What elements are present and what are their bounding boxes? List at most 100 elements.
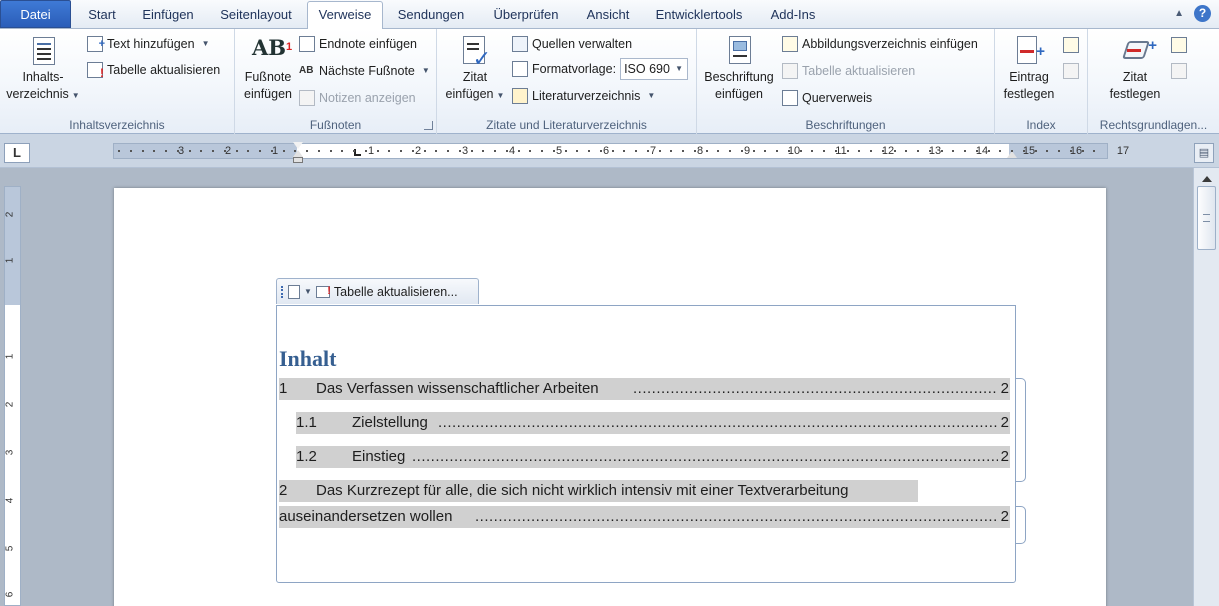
ruler-tick (306, 150, 308, 152)
endnote-einfuegen-button[interactable]: Endnote einfügen (299, 34, 417, 54)
tab-sendungen[interactable]: Sendungen (390, 4, 472, 29)
toc-update-label[interactable]: Tabelle aktualisieren... (334, 285, 458, 299)
text-hinzufuegen-label: Text hinzufügen (107, 37, 195, 51)
toc-entry-page: 2 (1000, 380, 1009, 397)
tab-stop-marker[interactable] (354, 149, 361, 156)
quellen-verwalten-button[interactable]: Quellen verwalten (512, 34, 632, 54)
toc-entry[interactable]: 1.2 Einstieg ...........................… (296, 446, 1010, 468)
notizen-anzeigen-button[interactable]: Notizen anzeigen (299, 88, 416, 108)
literaturverzeichnis-button[interactable]: Literaturverzeichnis ▼ (512, 86, 655, 106)
scroll-up-icon[interactable] (1202, 176, 1212, 182)
tab-verweise[interactable]: Verweise (307, 1, 383, 30)
toc-leader: ........................................… (412, 448, 998, 465)
tab-ueberpruefen[interactable]: Überprüfen (483, 4, 569, 29)
vertical-scrollbar[interactable] (1193, 168, 1219, 606)
left-indent-marker[interactable] (293, 142, 304, 164)
vruler-number: 6 (4, 591, 16, 598)
tab-datei[interactable]: Datei (0, 0, 71, 28)
ruler-tick (858, 150, 861, 152)
insert-index-icon[interactable] (1063, 37, 1079, 53)
ruler-tick (975, 150, 978, 152)
insert-table-of-authorities-icon[interactable] (1171, 37, 1187, 53)
toc-content-control-handle[interactable]: ▼ ! Tabelle aktualisieren... (276, 278, 479, 304)
vruler-number: 4 (4, 497, 16, 504)
toc-entry[interactable]: 1 Das Verfassen wissenschaftlicher Arbei… (279, 378, 1010, 400)
grip-icon[interactable] (281, 285, 284, 298)
ruler-tick (294, 150, 297, 152)
toc-leader: ........................................… (475, 508, 998, 525)
ruler-tick (447, 150, 449, 152)
ruler-tick (505, 150, 508, 152)
ruler-tick (811, 150, 814, 152)
querverweis-button[interactable]: Querverweis (782, 88, 872, 108)
dialog-launcher-icon[interactable] (424, 121, 433, 130)
tab-start[interactable]: Start (75, 4, 129, 29)
eintrag-festlegen-button[interactable]: + Eintrag festlegen (999, 33, 1059, 103)
ribbon-tab-bar: Datei Start Einfügen Seitenlayout Verwei… (0, 0, 1219, 30)
ruler-tick (1093, 150, 1096, 152)
ruler-number: 11 (835, 145, 847, 157)
ruler-tick (1046, 150, 1049, 152)
update-index-icon[interactable] (1063, 63, 1079, 79)
group-label-inhaltsverzeichnis: Inhaltsverzeichnis (69, 118, 165, 132)
ruler-tick (458, 150, 461, 152)
toc-entry[interactable]: 1.1 Zielstellung .......................… (296, 412, 1010, 434)
toc-entry-number: 1 (279, 380, 288, 397)
ruler-tick (552, 150, 555, 152)
tab-add-ins[interactable]: Add-Ins (760, 4, 826, 29)
ruler-tick (176, 150, 179, 152)
ruler-number: 17 (1116, 145, 1130, 157)
literaturverzeichnis-label: Literaturverzeichnis (532, 89, 641, 103)
zitat-einfuegen-label-1: Zitat (462, 70, 488, 84)
toc-menu-icon[interactable] (288, 284, 300, 299)
fussnote-einfuegen-button[interactable]: AB1 Fußnote einfügen (239, 33, 297, 103)
text-hinzufuegen-button[interactable]: + Text hinzufügen ▼ (87, 34, 209, 54)
tabelle-aktualisieren-button[interactable]: ! Tabelle aktualisieren (87, 60, 220, 80)
tab-ansicht[interactable]: Ansicht (578, 4, 638, 29)
naechste-fussnote-button[interactable]: AB Nächste Fußnote ▼ (299, 61, 430, 81)
ruler-tick (517, 150, 520, 152)
zitat-festlegen-label-2: festlegen (1109, 87, 1161, 101)
scroll-thumb[interactable] (1197, 186, 1216, 250)
horizontal-ruler[interactable]: 3 2 1 1 2 3 4 5 6 7 8 9 10 11 12 13 14 15 16 17 (113, 142, 1129, 163)
ruler-number: 1 (271, 145, 279, 157)
formatvorlage-select[interactable]: ISO 690 ▼ (620, 58, 689, 80)
beschriftung-einfuegen-button[interactable]: Beschriftung einfügen (701, 33, 777, 103)
querverweis-label: Querverweis (802, 91, 873, 105)
toc-bracket (1016, 506, 1026, 544)
help-icon[interactable]: ? (1194, 5, 1211, 22)
ruler-number: 1 (367, 145, 375, 157)
ruler-tick (1011, 150, 1013, 152)
ruler-tick (599, 150, 602, 152)
toc-entry-continuation[interactable]: auseinandersetzen wollen ...............… (279, 506, 1010, 528)
abbildungsverzeichnis-einfuegen-button[interactable]: Abbildungsverzeichnis einfügen (782, 34, 978, 54)
ruler-tick (682, 150, 684, 152)
toc-entry[interactable]: 2 Das Kurzrezept für alle, die sich nich… (279, 480, 918, 502)
inhaltsverzeichnis-label-1: Inhalts- (22, 70, 64, 84)
mark-citation-icon: + (1119, 33, 1157, 67)
inhaltsverzeichnis-label-2: verzeichnis ▼ (6, 87, 80, 101)
inhaltsverzeichnis-button[interactable]: Inhalts- verzeichnis ▼ (4, 33, 82, 104)
formatvorlage-control: Formatvorlage: ISO 690 ▼ (512, 58, 689, 80)
document-page[interactable]: ▼ ! Tabelle aktualisieren... Inhalt 1 Da… (114, 188, 1106, 606)
view-ruler-icon[interactable]: ▤ (1194, 143, 1214, 163)
tab-selector-button[interactable]: L (4, 143, 30, 163)
vertical-ruler[interactable]: 2 1 1 2 3 4 5 6 (4, 186, 21, 606)
tab-einfuegen[interactable]: Einfügen (134, 4, 202, 29)
beschriftung-label-1: Beschriftung (704, 70, 774, 84)
toc-entry-number: 1.2 (296, 448, 317, 465)
right-indent-marker[interactable] (1007, 151, 1017, 158)
tab-seitenlayout[interactable]: Seitenlayout (210, 4, 302, 29)
tab-entwicklertools[interactable]: Entwicklertools (648, 4, 750, 29)
tabelle-aktualisieren-disabled-button[interactable]: Tabelle aktualisieren (782, 61, 915, 81)
ruler-tick (341, 150, 344, 152)
update-table-of-authorities-icon[interactable] (1171, 63, 1187, 79)
ruler-tick (1069, 150, 1072, 152)
minimize-ribbon-icon[interactable]: ▲ (1174, 8, 1184, 19)
ruler-tick (576, 150, 579, 152)
zitat-einfuegen-button[interactable]: ✓ Zitat einfügen ▼ (441, 33, 509, 104)
toc-entry-text: Einstieg (352, 448, 406, 465)
ruler-tick (635, 150, 637, 152)
zitat-festlegen-button[interactable]: + Zitat festlegen (1096, 33, 1174, 103)
ruler-tick (1058, 150, 1060, 152)
